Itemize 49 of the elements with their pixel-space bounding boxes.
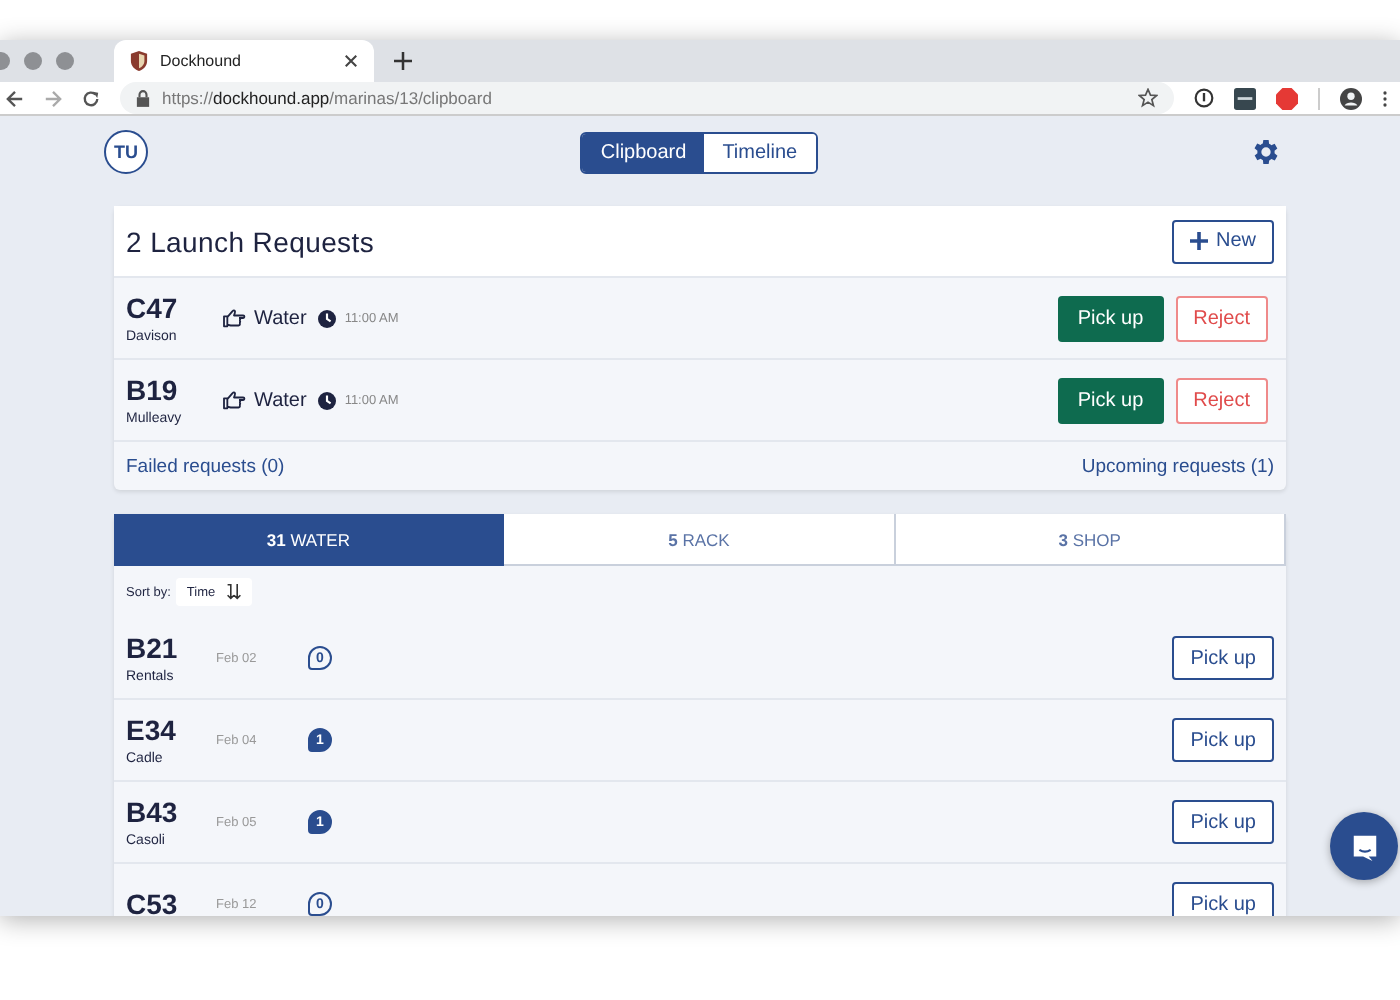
berth-number: B43 [126, 797, 180, 827]
plus-icon [1189, 232, 1208, 250]
shield-icon [130, 50, 148, 72]
back-arrow-icon[interactable] [6, 89, 24, 107]
menu-icon[interactable] [1382, 87, 1388, 109]
new-button[interactable]: New [1171, 219, 1274, 263]
chat-icon [1349, 831, 1379, 861]
pick-up-button[interactable]: Pick up [1172, 718, 1274, 762]
pointing-hand-icon [222, 308, 246, 328]
pick-up-button[interactable]: Pick up [1057, 295, 1164, 341]
clock-icon [318, 309, 337, 327]
location-label: Water [254, 307, 307, 329]
queue-tab[interactable]: 31 WATER [114, 514, 505, 566]
info-icon[interactable] [1194, 88, 1214, 108]
card-title: 2 Launch Requests [126, 225, 375, 257]
pick-up-button[interactable]: Pick up [1172, 636, 1274, 680]
berth-number: B19 [126, 375, 180, 405]
pick-up-button[interactable]: Pick up [1172, 800, 1274, 844]
settings-icon[interactable] [1249, 136, 1282, 168]
queue-tab[interactable]: 3 SHOP [895, 514, 1286, 566]
reload-icon[interactable] [82, 89, 100, 107]
berth-number: B21 [126, 633, 180, 663]
berth-number: E34 [126, 715, 178, 745]
sort-arrows-icon [225, 584, 242, 600]
browser-tab[interactable]: Dockhound [114, 40, 374, 82]
pick-up-button[interactable]: Pick up [1172, 882, 1274, 916]
chat-button[interactable] [1330, 812, 1398, 880]
clock-icon [318, 391, 337, 409]
address-bar[interactable]: https://dockhound.app/marinas/13/clipboard [120, 82, 1174, 114]
user-avatar[interactable]: TU [104, 130, 148, 174]
view-toggle[interactable]: Clipboard [582, 133, 705, 171]
extension-icon[interactable] [1234, 87, 1256, 109]
stop-sign-icon[interactable] [1276, 87, 1298, 109]
profile-icon[interactable] [1340, 87, 1362, 109]
lock-icon [136, 89, 150, 107]
reject-button[interactable]: Reject [1175, 377, 1268, 423]
pointing-hand-icon [222, 390, 246, 410]
location-label: Water [254, 389, 307, 411]
berth-number: C53 [126, 889, 180, 916]
star-icon[interactable] [1138, 88, 1158, 108]
reject-button[interactable]: Reject [1175, 295, 1268, 341]
failed-requests-link[interactable]: Failed requests (0) [126, 455, 285, 477]
view-toggle[interactable]: Timeline [704, 133, 816, 171]
new-tab-icon[interactable] [394, 52, 412, 70]
berth-number: C47 [126, 293, 180, 323]
close-icon[interactable] [344, 54, 358, 68]
upcoming-requests-link[interactable]: Upcoming requests (1) [1081, 455, 1274, 477]
queue-tab[interactable]: 5 RACK [504, 514, 896, 566]
pick-up-button[interactable]: Pick up [1057, 377, 1164, 423]
